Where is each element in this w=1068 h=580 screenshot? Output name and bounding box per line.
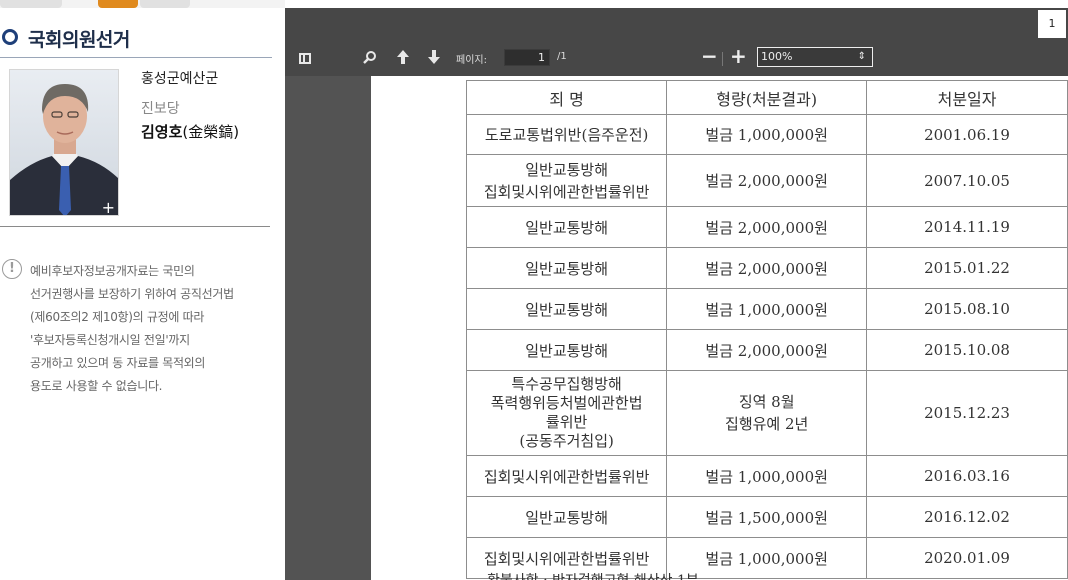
notice-line: 공개하고 있으며 동 자료를 목적외의: [30, 356, 206, 370]
zoom-select[interactable]: 100% ⇕: [757, 47, 873, 67]
page-number-input[interactable]: 1: [504, 49, 550, 66]
cell-crime: 일반교통방해: [465, 206, 668, 248]
pdf-page: 죄 명 형량(처분결과) 처분일자 도로교통법위반(음주운전) 벌금 1,000…: [371, 76, 1068, 580]
candidate-portrait: [10, 84, 118, 215]
page-total: /1: [557, 51, 567, 62]
toolbar-row: 페이지: 1 /1 − + 100% ⇕: [285, 44, 1068, 72]
header-date: 처분일자: [866, 80, 1068, 115]
cell-crime: 일반교통방해: [465, 247, 668, 289]
cut-off-footnote: 확불사항 : 반자걸행고형 해산산 1부: [487, 570, 699, 580]
cell-date: 2007.10.05: [866, 154, 1068, 207]
divider: [0, 226, 270, 227]
cell-sentence: 벌금 1,000,000원: [666, 114, 868, 155]
table-row: 일반교통방해 벌금 1,000,000원 2015.08.10: [465, 288, 1068, 330]
section-title: 국회의원선거: [28, 29, 130, 51]
cell-crime: 일반교통방해: [465, 288, 668, 330]
table-row: 도로교통법위반(음주운전) 벌금 1,000,000원 2001.06.19: [465, 114, 1068, 155]
toolbar-separator: [722, 52, 723, 66]
candidate-panel: 국회의원선거 + 홍성군예산군 진보당 김영호(金榮鎬) ! 예비후보자정보공개…: [0, 0, 285, 580]
exclamation-icon: !: [2, 259, 22, 279]
sidebar-toggle-icon[interactable]: [299, 53, 311, 64]
cell-date: 2015.12.23: [866, 370, 1068, 456]
viewer-top-bar: 1: [285, 8, 1068, 38]
candidate-district: 홍성군예산군: [141, 71, 219, 87]
cell-sentence: 징역 8월 집행유예 2년: [666, 370, 868, 456]
candidate-name: 김영호(金榮鎬): [141, 121, 239, 142]
candidate-name-korean: 김영호: [141, 123, 183, 141]
page-number-badge: 1: [1038, 10, 1066, 38]
notice-line: '후보자등록신청개시일 전일'까지: [30, 333, 190, 347]
cell-date: 2016.12.02: [866, 496, 1068, 538]
header-crime: 죄 명: [465, 80, 668, 115]
zoom-out-button[interactable]: −: [701, 44, 718, 68]
page-label: 페이지:: [456, 55, 487, 66]
cell-crime: 일반교통방해 집회및시위에관한법률위반: [465, 154, 668, 207]
cell-date: 2015.10.08: [866, 329, 1068, 371]
table-header-row: 죄 명 형량(처분결과) 처분일자: [465, 80, 1068, 115]
cell-date: 2015.08.10: [866, 288, 1068, 330]
circle-bullet-icon: [2, 29, 18, 45]
cell-sentence: 벌금 1,000,000원: [666, 288, 868, 330]
candidate-photo[interactable]: +: [9, 69, 119, 216]
cell-crime: 특수공무집행방해 폭력행위등처벌에관한법 률위반 (공동주거침입): [465, 370, 668, 456]
expand-plus-icon[interactable]: +: [102, 198, 115, 215]
updown-arrow-icon: ⇕: [857, 51, 866, 62]
table-row: 특수공무집행방해 폭력행위등처벌에관한법 률위반 (공동주거침입) 징역 8월 …: [465, 370, 1068, 456]
cell-date: 2001.06.19: [866, 114, 1068, 155]
cell-sentence: 벌금 1,000,000원: [666, 455, 868, 497]
cell-date: 2016.03.16: [866, 455, 1068, 497]
search-icon[interactable]: [363, 50, 377, 64]
notice-line: 용도로 사용할 수 없습니다.: [30, 379, 163, 393]
zoom-value: 100%: [761, 50, 793, 63]
cell-crime: 일반교통방해: [465, 496, 668, 538]
arrow-down-icon[interactable]: [427, 49, 441, 65]
table-row: 일반교통방해 벌금 2,000,000원 2014.11.19: [465, 206, 1068, 248]
table-row: 일반교통방해 벌금 2,000,000원 2015.10.08: [465, 329, 1068, 371]
notice-line: 예비후보자정보공개자료는 국민의: [30, 264, 195, 278]
header-sentence: 형량(처분결과): [666, 80, 868, 115]
top-tab[interactable]: [0, 0, 62, 8]
cell-date: 2015.01.22: [866, 247, 1068, 289]
cell-sentence: 벌금 2,000,000원: [666, 154, 868, 207]
cell-sentence: 벌금 1,500,000원: [666, 496, 868, 538]
notice-line: 선거권행사를 보장하기 위하여 공직선거법: [30, 287, 234, 301]
table-row: 일반교통방해 벌금 1,500,000원 2016.12.02: [465, 496, 1068, 538]
cell-sentence: 벌금 2,000,000원: [666, 206, 868, 248]
cell-crime: 집회및시위에관한법률위반: [465, 455, 668, 497]
section-header: 국회의원선거: [0, 24, 272, 58]
table-row: 집회및시위에관한법률위반 벌금 1,000,000원 2016.03.16: [465, 455, 1068, 497]
table-row: 일반교통방해 집회및시위에관한법률위반 벌금 2,000,000원 2007.1…: [465, 154, 1068, 207]
candidate-party: 진보당: [141, 101, 180, 117]
arrow-up-icon[interactable]: [396, 49, 410, 65]
cell-sentence: 벌금 2,000,000원: [666, 329, 868, 371]
pdf-toolbar: 1 페이지: 1 /1 − + 100% ⇕: [285, 8, 1068, 76]
zoom-in-button[interactable]: +: [730, 44, 747, 68]
cell-date: 2014.11.19: [866, 206, 1068, 248]
top-tab-active[interactable]: [98, 0, 138, 8]
criminal-record-table: 죄 명 형량(처분결과) 처분일자 도로교통법위반(음주운전) 벌금 1,000…: [465, 80, 1068, 579]
cell-date: 2020.01.09: [866, 537, 1068, 579]
candidate-name-hanja: (金榮鎬): [182, 123, 240, 141]
notice-line: (제60조의2 제10항)의 규정에 따라: [30, 310, 205, 324]
top-tab-strip: [0, 0, 285, 8]
pdf-viewer: 1 페이지: 1 /1 − + 100% ⇕ 죄 명 형량(처분결과) 처분일자…: [285, 8, 1068, 580]
cell-sentence: 벌금 2,000,000원: [666, 247, 868, 289]
disclosure-notice: 예비후보자정보공개자료는 국민의 선거권행사를 보장하기 위하여 공직선거법 (…: [30, 260, 282, 398]
top-tab[interactable]: [140, 0, 190, 8]
cell-crime: 일반교통방해: [465, 329, 668, 371]
table-row: 일반교통방해 벌금 2,000,000원 2015.01.22: [465, 247, 1068, 289]
cell-crime: 도로교통법위반(음주운전): [465, 114, 668, 155]
